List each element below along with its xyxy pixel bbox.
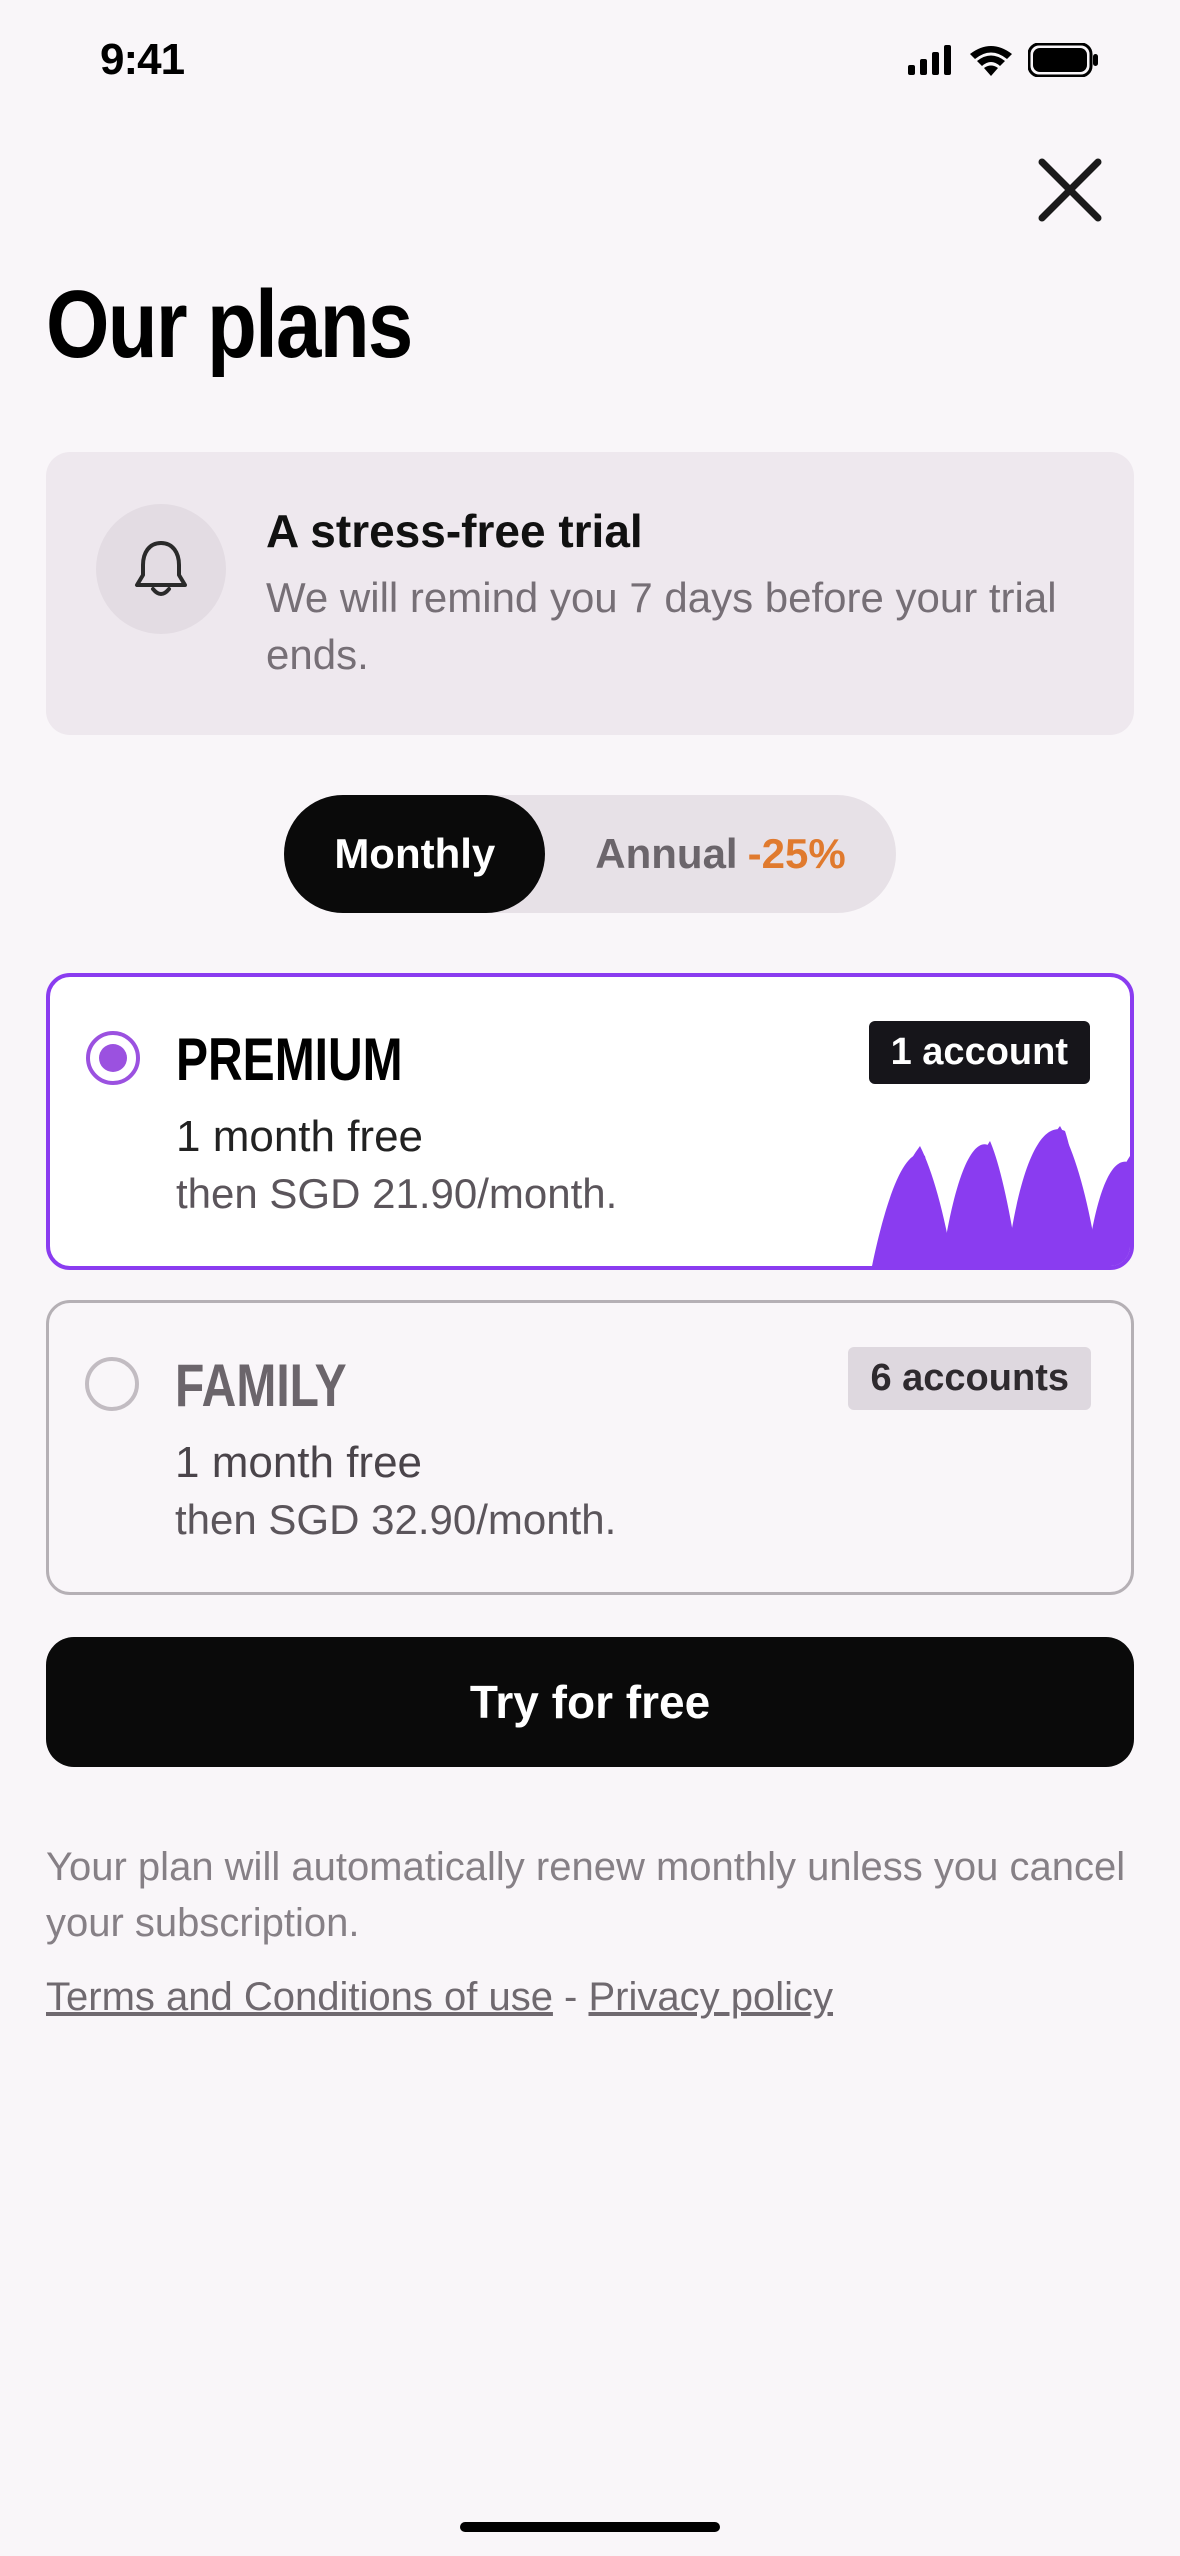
plan-name-family: FAMILY [175, 1351, 908, 1420]
close-icon [1030, 150, 1110, 230]
tab-monthly-label: Monthly [334, 830, 495, 878]
cta-label: Try for free [470, 1675, 710, 1729]
plan-name-premium: PREMIUM [176, 1025, 907, 1094]
info-description: We will remind you 7 days before your tr… [266, 570, 1084, 683]
privacy-link[interactable]: Privacy policy [588, 1975, 833, 2019]
plan-card-premium[interactable]: PREMIUM 1 month free then SGD 21.90/mont… [46, 973, 1134, 1270]
status-icons [908, 43, 1100, 77]
wifi-icon [968, 44, 1014, 76]
plan-price-premium: then SGD 21.90/month. [176, 1170, 1090, 1218]
tab-annual[interactable]: Annual -25% [545, 795, 895, 913]
info-title: A stress-free trial [266, 504, 1084, 558]
link-separator: - [553, 1975, 589, 2019]
radio-family[interactable] [85, 1357, 139, 1411]
plan-price-family: then SGD 32.90/month. [175, 1496, 1091, 1544]
legal-links: Terms and Conditions of use - Privacy po… [46, 1975, 1134, 2020]
status-time: 9:41 [100, 35, 184, 85]
try-for-free-button[interactable]: Try for free [46, 1637, 1134, 1767]
plan-badge-premium: 1 account [869, 1021, 1090, 1084]
home-indicator[interactable] [460, 2522, 720, 2532]
plan-card-family[interactable]: FAMILY 1 month free then SGD 32.90/month… [46, 1300, 1134, 1595]
radio-premium[interactable] [86, 1031, 140, 1085]
page-title: Our plans [46, 270, 971, 380]
plan-trial-family: 1 month free [175, 1438, 1091, 1488]
battery-icon [1028, 43, 1100, 77]
tab-monthly[interactable]: Monthly [284, 795, 545, 913]
trial-info-card: A stress-free trial We will remind you 7… [46, 452, 1134, 735]
billing-toggle: Monthly Annual -25% [284, 795, 895, 913]
plan-badge-family: 6 accounts [848, 1347, 1091, 1410]
plan-trial-premium: 1 month free [176, 1112, 1090, 1162]
terms-link[interactable]: Terms and Conditions of use [46, 1975, 553, 2019]
bell-icon [96, 504, 226, 634]
annual-discount-badge: -25% [748, 830, 846, 878]
tab-annual-label: Annual [595, 830, 737, 878]
status-bar: 9:41 [0, 0, 1180, 120]
cellular-icon [908, 45, 954, 75]
close-button[interactable] [1030, 150, 1110, 230]
renewal-disclaimer: Your plan will automatically renew month… [46, 1839, 1134, 1951]
